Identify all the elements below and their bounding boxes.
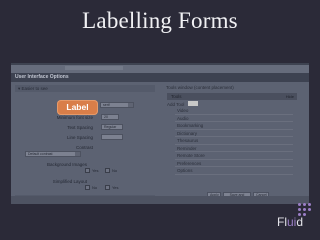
collapse-easier-to-see[interactable]: ▾ Easier to see (15, 85, 155, 92)
tools-window-title: Tools window (content placement) (166, 85, 234, 90)
list-item[interactable]: Bookmarking (175, 122, 293, 130)
collapse-label: Easier to see (21, 86, 48, 91)
min-font-size-input[interactable]: 20 (101, 114, 119, 120)
min-font-size-label: Minimum font size (56, 115, 93, 120)
label-callout: Label (57, 100, 98, 115)
line-spacing-label: Line Spacing (66, 135, 93, 140)
bg-images-yes-label: Yes (92, 168, 99, 173)
tools-bar-label: Tools (171, 94, 182, 99)
contrast-select[interactable]: Default contrast (25, 151, 81, 157)
list-item[interactable]: Dictionary (175, 130, 293, 137)
logo-text-part1: Fl (277, 215, 287, 229)
font-style-value: serif (103, 103, 110, 107)
logo-text-part3: d (296, 215, 304, 229)
top-link[interactable] (65, 66, 123, 70)
options-header: User Interface Options (11, 73, 309, 82)
bg-images-no-radio[interactable] (105, 168, 110, 173)
text-spacing-select[interactable]: Regular (101, 124, 123, 130)
left-panel: ▾ Easier to see Label serif Minimum font… (15, 85, 155, 202)
list-item[interactable]: Audio (175, 115, 293, 122)
fluid-logo: Fluid (277, 215, 303, 229)
tools-bar: Tools Hide (167, 93, 297, 100)
contrast-value: Default contrast (28, 152, 53, 156)
list-item[interactable]: Reminder (175, 145, 293, 152)
text-spacing-label: Text Spacing (67, 125, 93, 130)
right-panel: Tools window (content placement) Tools H… (163, 85, 304, 198)
list-item[interactable]: Thesaurus (175, 137, 293, 145)
screenshot-frame: User Interface Options ▾ Easier to see L… (11, 63, 309, 204)
simplified-layout-label: Simplified Layout (52, 179, 87, 184)
simplified-no-label: No (92, 185, 98, 190)
font-style-select[interactable]: serif (100, 102, 134, 108)
chevron-down-icon (128, 103, 133, 107)
list-item[interactable]: Video (175, 107, 293, 115)
list-item[interactable]: Preferences (175, 160, 293, 167)
line-spacing-select[interactable] (101, 134, 123, 140)
background-images-label: Background Images (46, 162, 87, 167)
footer-bar (11, 196, 309, 204)
simplified-yes-radio[interactable] (105, 185, 110, 190)
logo-text-part2: ui (287, 215, 297, 229)
slide-title: Labelling Forms (82, 8, 238, 33)
text-spacing-value: Regular (104, 125, 117, 129)
add-tool-icon[interactable] (188, 101, 198, 106)
min-font-size-value: 20 (104, 115, 108, 119)
bg-images-no-label: No (112, 168, 118, 173)
simplified-yes-label: Yes (112, 185, 119, 190)
contrast-label: Contrast (75, 145, 93, 150)
tools-list: Video Audio Bookmarking Dictionary Thesa… (175, 107, 293, 175)
list-item[interactable]: Options (175, 167, 293, 175)
top-strip (11, 65, 309, 73)
bg-images-yes-radio[interactable] (85, 168, 90, 173)
simplified-no-radio[interactable] (85, 185, 90, 190)
list-item[interactable]: Remote Store (175, 152, 293, 160)
tools-hide-link[interactable]: Hide (286, 93, 294, 100)
chevron-down-icon (75, 152, 80, 156)
